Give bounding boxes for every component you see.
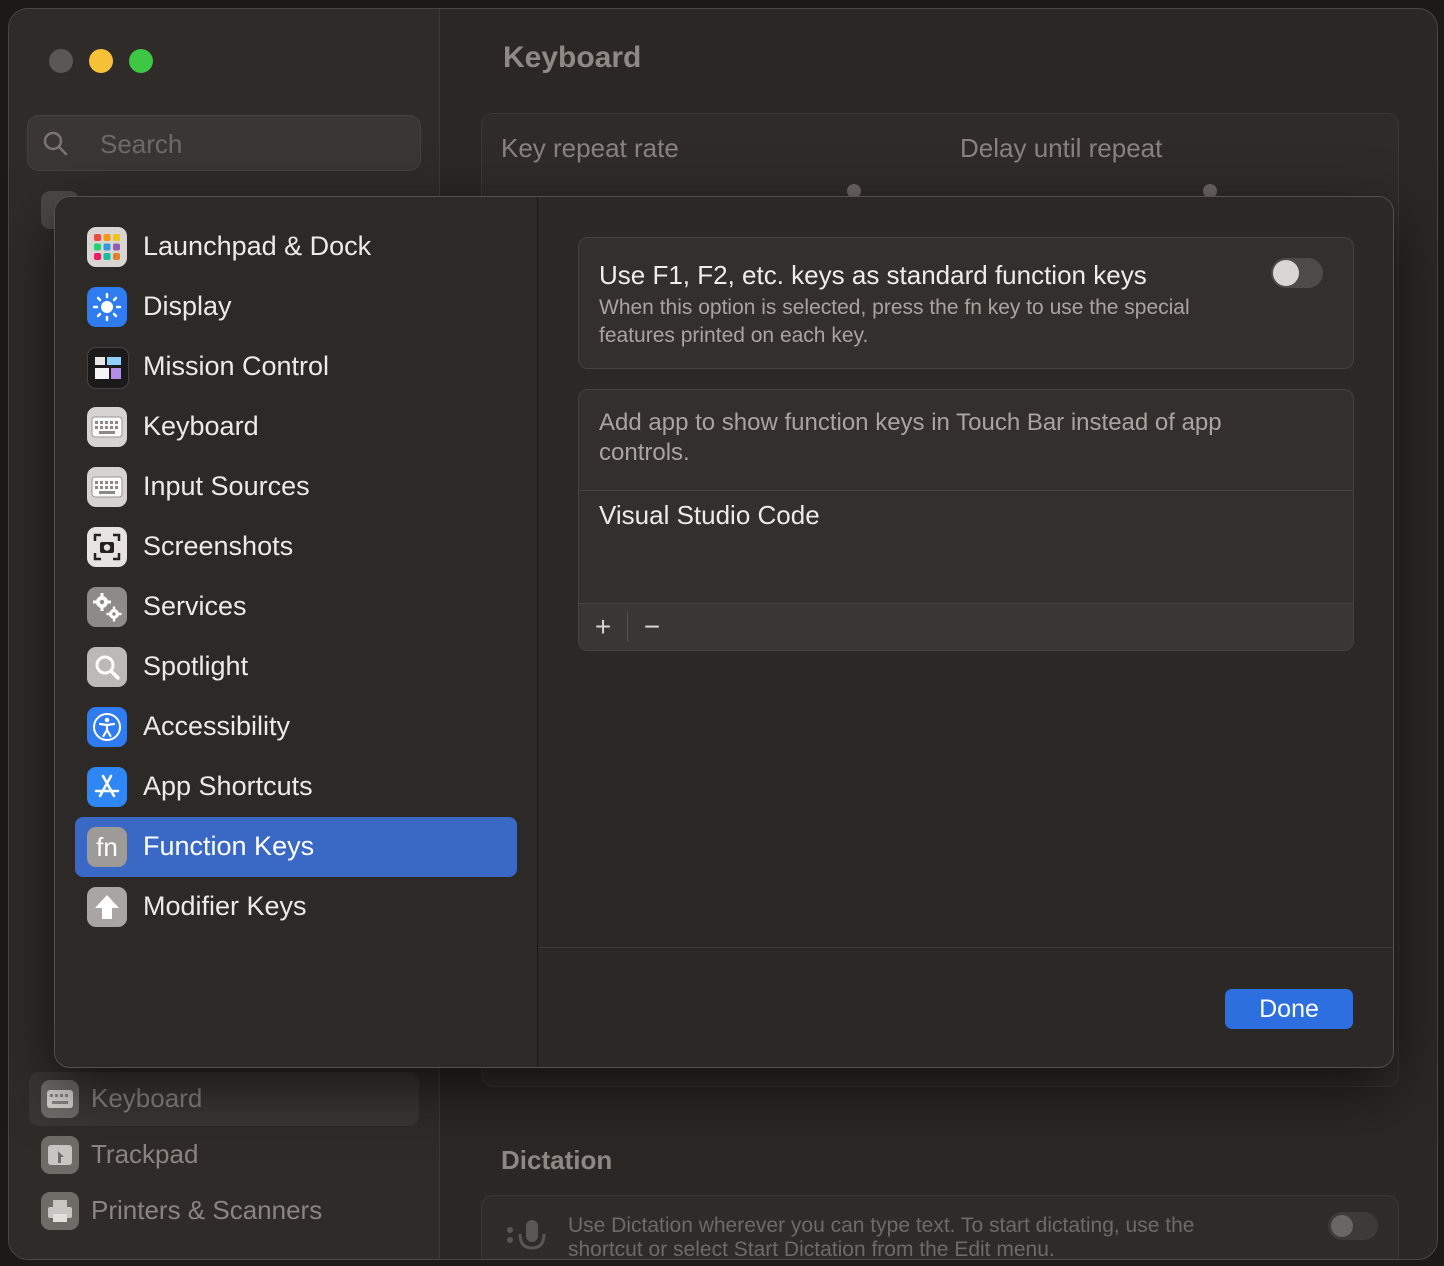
sidebar-item-label: Modifier Keys <box>143 891 307 921</box>
page-title: Keyboard <box>503 41 642 74</box>
sidebar-item-function-keys[interactable]: fn Function Keys <box>75 817 517 877</box>
dictation-panel: Use Dictation wherever you can type text… <box>481 1195 1399 1260</box>
accessibility-icon <box>87 707 127 747</box>
divider <box>538 947 1393 948</box>
sidebar-item-label: Screenshots <box>143 531 294 561</box>
mission-control-icon <box>87 347 129 389</box>
touch-bar-apps-header: Add app to show function keys in Touch B… <box>599 409 1222 466</box>
sidebar-item-label: Mission Control <box>143 351 330 381</box>
dictation-description: Use Dictation wherever you can type text… <box>568 1214 1195 1260</box>
sidebar-item-display[interactable]: Display <box>75 277 517 337</box>
divider <box>579 490 1353 491</box>
list-footer: + − <box>579 603 1353 650</box>
gears-icon <box>87 587 127 627</box>
sidebar-item-app-shortcuts[interactable]: App Shortcuts <box>75 757 517 817</box>
fn-keys-option-description: When this option is selected, press the … <box>599 296 1190 347</box>
sidebar-item-label: Function Keys <box>143 831 315 861</box>
trackpad-icon <box>41 1136 79 1174</box>
close-button[interactable] <box>49 49 73 73</box>
fn-keys-option-card: Use F1, F2, etc. keys as standard functi… <box>578 237 1354 369</box>
done-button[interactable]: Done <box>1225 989 1353 1029</box>
maximize-button[interactable] <box>129 49 153 73</box>
sidebar-item-label: Spotlight <box>143 651 249 681</box>
sidebar-item-label: Keyboard <box>91 1083 203 1113</box>
sidebar-item-label: App Shortcuts <box>143 771 313 801</box>
dictation-title: Dictation <box>501 1145 613 1175</box>
sidebar-item-trackpad[interactable]: Trackpad <box>29 1128 419 1182</box>
input-sources-icon <box>87 467 127 507</box>
sidebar-item-services[interactable]: Services <box>75 577 517 637</box>
sidebar-item-mission-control[interactable]: Mission Control <box>75 337 517 397</box>
sidebar-item-label: Input Sources <box>143 471 310 501</box>
display-icon <box>87 287 127 327</box>
keyboard-shortcuts-sheet: Launchpad & Dock Display Mission Control <box>54 196 1394 1068</box>
keyboard-icon <box>41 1080 79 1118</box>
remove-app-button[interactable]: − <box>628 604 676 650</box>
list-item[interactable]: Visual Studio Code <box>599 500 820 531</box>
search-icon <box>43 131 68 156</box>
fn-glyph: fn <box>96 832 118 862</box>
fn-keys-toggle[interactable] <box>1271 258 1323 288</box>
search-placeholder: Search <box>100 129 183 159</box>
shift-arrow-icon <box>87 887 127 927</box>
sidebar-item-input-sources[interactable]: Input Sources <box>75 457 517 517</box>
sidebar-item-modifier-keys[interactable]: Modifier Keys <box>75 877 517 937</box>
add-app-button[interactable]: + <box>579 604 627 650</box>
launchpad-icon <box>87 227 127 267</box>
sidebar-item-label: Display <box>143 291 232 321</box>
key-repeat-label: Key repeat rate <box>501 133 679 163</box>
minimize-button[interactable] <box>89 49 113 73</box>
dictation-toggle[interactable] <box>1328 1212 1378 1240</box>
keyboard-icon <box>87 407 127 447</box>
search-input[interactable]: Search <box>27 115 421 171</box>
fn-keys-option-title: Use F1, F2, etc. keys as standard functi… <box>599 260 1147 290</box>
sidebar-item-accessibility[interactable]: Accessibility <box>75 697 517 757</box>
sidebar-item-keyboard[interactable]: Keyboard <box>75 397 517 457</box>
sidebar-item-label: Trackpad <box>91 1139 199 1169</box>
app-store-icon <box>87 767 127 807</box>
spotlight-icon <box>87 647 127 687</box>
sidebar-item-label: Accessibility <box>143 711 291 741</box>
toggle-knob <box>1273 260 1299 286</box>
screenshot-icon <box>87 527 127 567</box>
touch-bar-apps-card: Add app to show function keys in Touch B… <box>578 389 1354 651</box>
shortcuts-sidebar: Launchpad & Dock Display Mission Control <box>55 197 538 1067</box>
sidebar-item-label: Printers & Scanners <box>91 1195 323 1225</box>
sidebar-item-screenshots[interactable]: Screenshots <box>75 517 517 577</box>
sidebar-item-launchpad-dock[interactable]: Launchpad & Dock <box>75 217 517 277</box>
function-keys-pane: Use F1, F2, etc. keys as standard functi… <box>538 197 1393 1067</box>
microphone-icon <box>507 1220 546 1250</box>
sidebar-item-label: Keyboard <box>143 411 259 441</box>
sidebar-item-label: Services <box>143 591 247 621</box>
fn-icon: fn <box>87 827 127 867</box>
printer-icon <box>41 1192 79 1230</box>
sidebar-item-label: Launchpad & Dock <box>143 231 372 261</box>
sidebar-item-printers[interactable]: Printers & Scanners <box>29 1184 419 1238</box>
delay-repeat-label: Delay until repeat <box>960 133 1163 163</box>
sidebar-item-keyboard[interactable]: Keyboard <box>29 1072 419 1126</box>
sidebar-item-spotlight[interactable]: Spotlight <box>75 637 517 697</box>
